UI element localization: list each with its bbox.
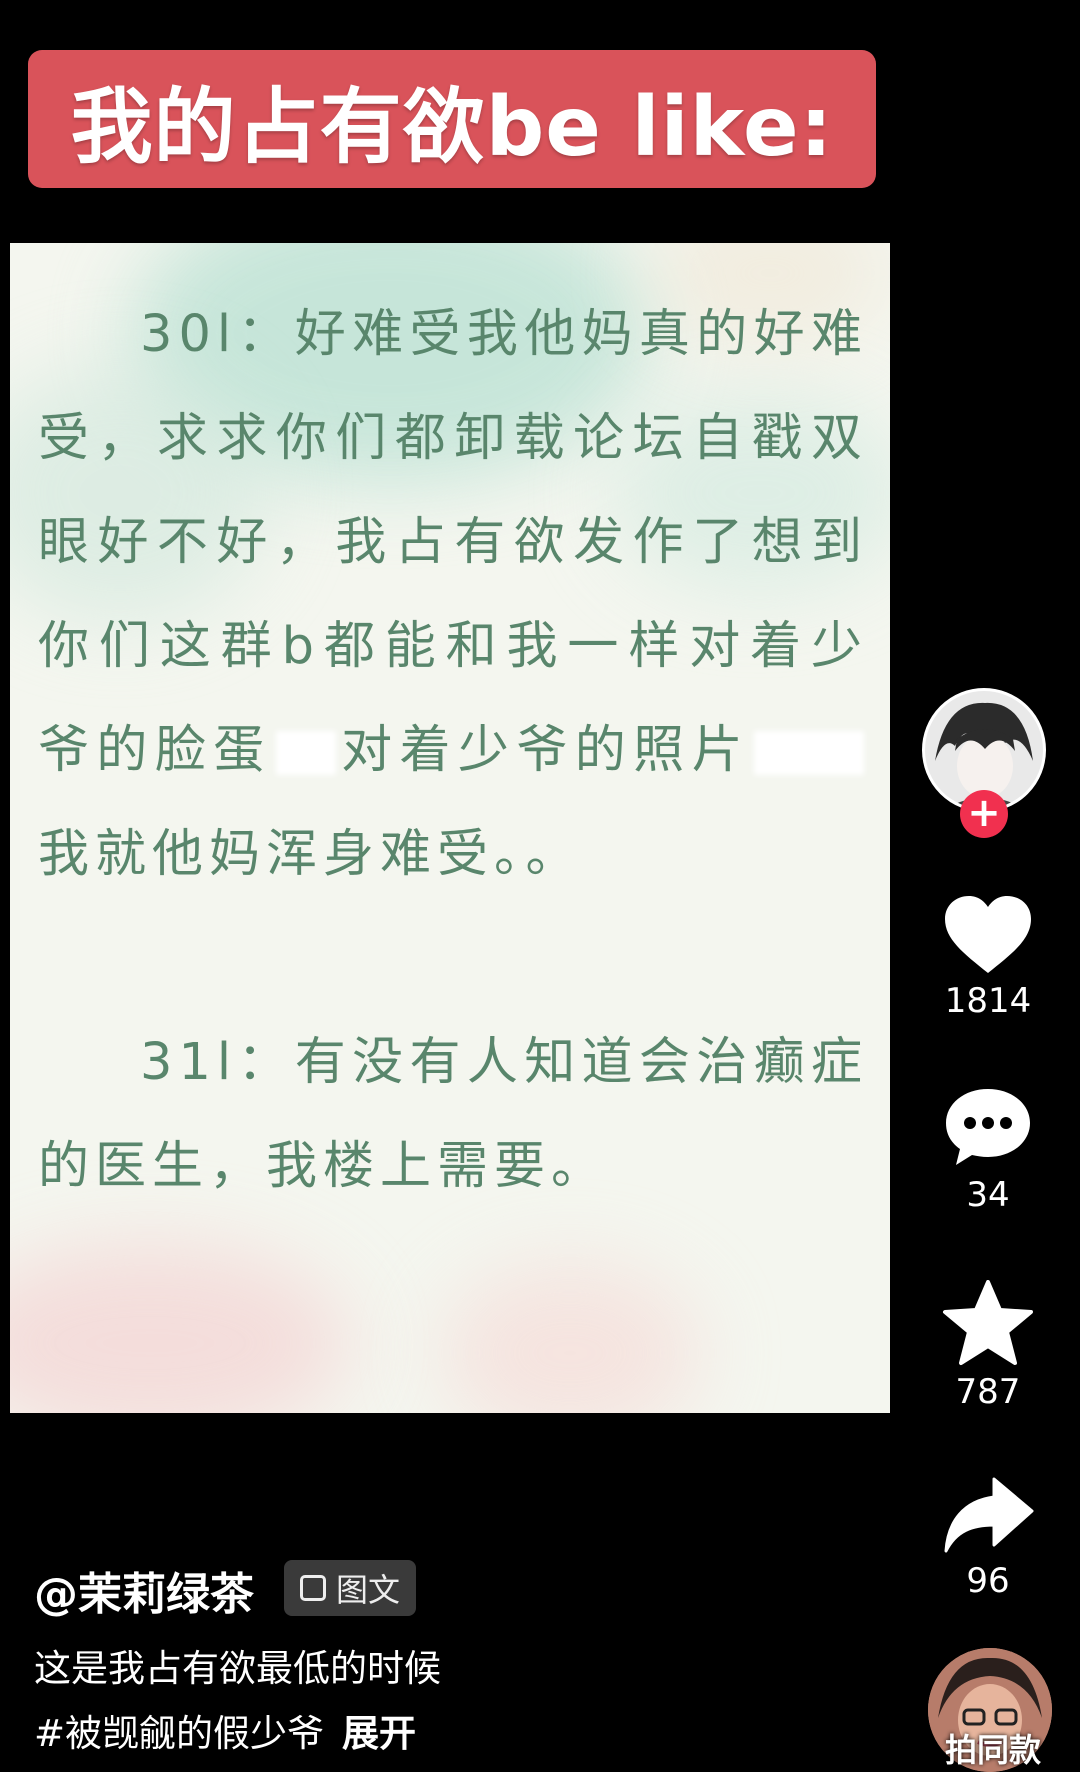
post-image[interactable]: 30l：好难受我他妈真的好难受，求求你们都卸载论坛自戳双眼好不好，我占有欲发作了… [10, 243, 890, 1413]
heart-icon [945, 896, 1031, 973]
post-paragraph: 31l：有没有人知道会治癫症的医生，我楼上需要。 [38, 1033, 868, 1196]
banner-title: 我的占有欲be like: [70, 79, 834, 175]
share-icon [944, 1477, 1034, 1553]
caption-hashtag-line: #被觊觎的假少爷 展开 [34, 1703, 416, 1757]
hashtag-link[interactable]: #被觊觎的假少爷 [34, 1712, 324, 1755]
comment-button[interactable]: 34 [918, 1085, 1058, 1215]
title-banner: 我的占有欲be like: [28, 50, 876, 188]
comment-count: 34 [966, 1175, 1010, 1215]
censor-mark [275, 731, 336, 775]
post-text-segment: 对着少爷的照片 [339, 721, 750, 780]
post-paragraph: 30l：好难受我他妈真的好难受，求求你们都卸载论坛自戳双眼好不好，我占有欲发作了… [38, 283, 868, 907]
star-icon [943, 1280, 1033, 1365]
share-count: 96 [966, 1561, 1010, 1601]
expand-button[interactable]: 展开 [342, 1712, 416, 1755]
content-type-badge: 图文 [284, 1560, 417, 1616]
follow-plus-icon[interactable]: + [960, 790, 1008, 838]
post-text-segment: 我就他妈浑身难受。。 [38, 825, 583, 884]
post-text-segment: 30l：好难受我他妈真的好难受，求求你们都卸载论坛自戳双眼好不好，我占有欲发作了… [38, 305, 868, 780]
favorite-button[interactable]: 787 [918, 1280, 1058, 1412]
watercolor-decoration [10, 1243, 350, 1413]
content-type-label: 图文 [336, 1571, 401, 1609]
author-avatar-group[interactable]: + [918, 688, 1058, 838]
share-button[interactable]: 96 [918, 1475, 1058, 1601]
watercolor-decoration [440, 1263, 700, 1413]
post-caption: 这是我占有欲最低的时候 [34, 1647, 441, 1690]
like-count: 1814 [944, 981, 1032, 1021]
post-text: 30l：好难受我他妈真的好难受，求求你们都卸载论坛自戳双眼好不好，我占有欲发作了… [38, 283, 868, 1219]
shoot-same-label[interactable]: 拍同款 [918, 1725, 1068, 1771]
author-username[interactable]: @茉莉绿茶 [34, 1558, 254, 1622]
comment-icon [946, 1089, 1030, 1165]
like-button[interactable]: 1814 [918, 895, 1058, 1021]
favorite-count: 787 [955, 1372, 1021, 1412]
image-text-icon [300, 1575, 326, 1601]
censor-mark [754, 731, 864, 775]
